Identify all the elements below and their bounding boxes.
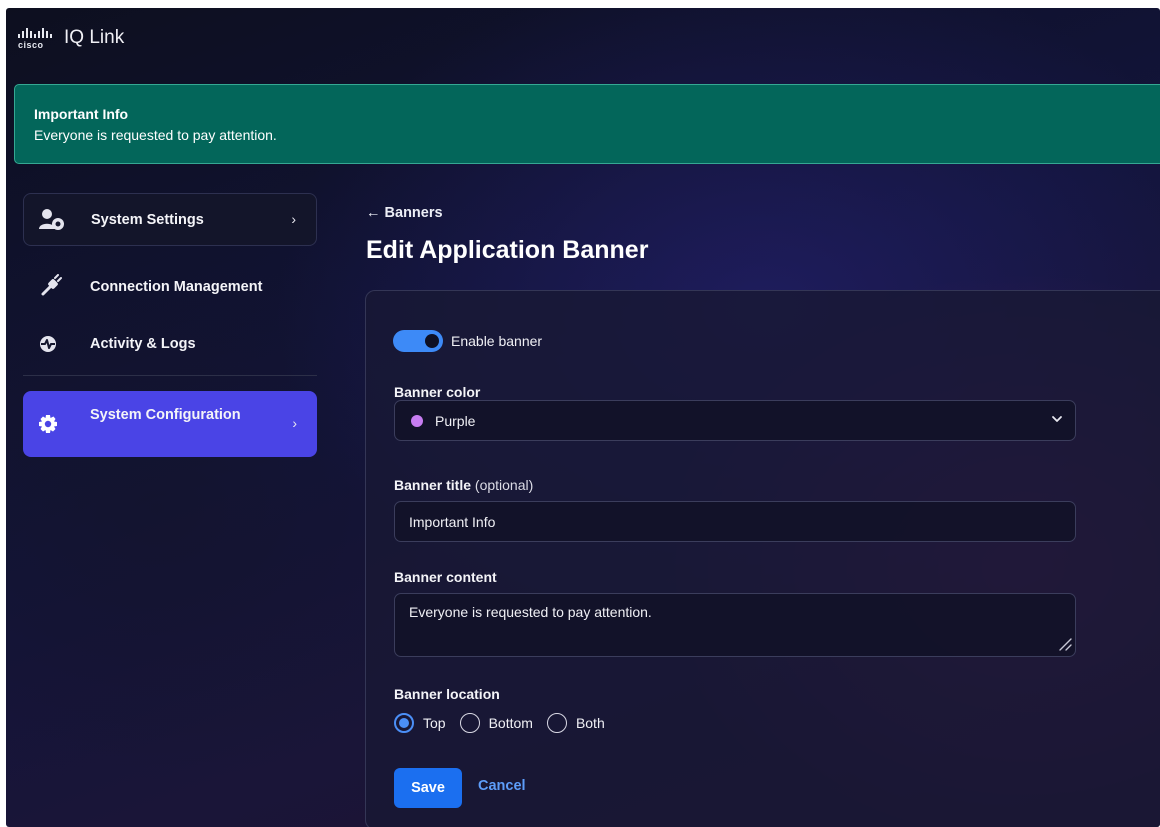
sidebar-item-activity-logs[interactable]: Activity & Logs xyxy=(23,316,317,371)
sidebar-item-label: System Configuration xyxy=(90,407,241,423)
radio-circle-selected xyxy=(394,713,414,733)
banner-title-label-text: Banner title xyxy=(394,477,472,493)
app-window: cisco IQ Link Important Info Everyone is… xyxy=(6,8,1160,827)
resize-handle-icon[interactable] xyxy=(1056,635,1072,651)
banner-location-label: Banner location xyxy=(394,686,500,702)
radio-circle xyxy=(459,713,480,733)
optional-hint: (optional) xyxy=(474,477,534,493)
cancel-button[interactable]: Cancel xyxy=(478,778,526,794)
radio-label: Both xyxy=(575,715,605,731)
chevron-right-icon: › xyxy=(292,415,297,431)
sidebar-divider xyxy=(23,375,317,376)
page-title: Edit Application Banner xyxy=(366,236,649,264)
toggle-knob xyxy=(425,334,439,348)
banner-title-label: Banner title (optional) xyxy=(394,477,533,493)
selected-color: Purple xyxy=(435,413,476,429)
enable-banner-label: Enable banner xyxy=(451,333,543,349)
back-to-banners-link[interactable]: ← Banners xyxy=(366,205,443,221)
sidebar-item-system-configuration[interactable]: System Configuration › xyxy=(23,391,317,457)
gear-icon xyxy=(37,412,67,436)
banner-color-label: Banner color xyxy=(394,384,481,400)
sidebar-item-label: Activity & Logs xyxy=(90,336,196,352)
color-swatch xyxy=(411,415,423,427)
chevron-down-icon xyxy=(1049,411,1065,427)
enable-banner-toggle[interactable] xyxy=(393,330,443,352)
logo-text: cisco xyxy=(18,40,44,50)
sidebar-item-label: Connection Management xyxy=(90,279,263,295)
radio-bottom[interactable]: Bottom xyxy=(459,713,533,733)
cisco-logo: cisco xyxy=(18,28,52,56)
radio-label: Top xyxy=(423,715,446,731)
application-banner: Important Info Everyone is requested to … xyxy=(14,84,1160,164)
radio-top[interactable]: Top xyxy=(394,713,446,733)
app-title: IQ Link xyxy=(64,27,125,48)
save-button[interactable]: Save xyxy=(394,768,462,808)
chevron-right-icon: › xyxy=(291,211,296,227)
sidebar-item-system-settings[interactable]: System Settings › xyxy=(23,193,317,246)
banner-location-radio-group: Top Bottom Both xyxy=(394,711,619,735)
activity-icon xyxy=(37,332,67,356)
radio-both[interactable]: Both xyxy=(546,713,605,733)
banner-title: Important Info xyxy=(34,106,129,122)
banner-text: Everyone is requested to pay attention. xyxy=(34,127,277,143)
radio-circle xyxy=(546,713,567,733)
top-bar: cisco IQ Link xyxy=(6,8,1160,80)
sidebar-item-connection-management[interactable]: Connection Management xyxy=(23,258,317,313)
banner-title-input[interactable] xyxy=(394,501,1076,542)
user-gear-icon xyxy=(38,208,68,232)
banner-form-card: Enable banner Banner color Purple Banner… xyxy=(365,290,1160,827)
radio-label: Bottom xyxy=(488,715,533,731)
sidebar-item-label: System Settings xyxy=(91,212,204,228)
banner-content-label: Banner content xyxy=(394,569,497,585)
banner-color-select[interactable]: Purple xyxy=(394,400,1076,441)
banner-content-textarea[interactable]: Everyone is requested to pay attention. xyxy=(394,593,1076,657)
plug-icon xyxy=(37,274,67,298)
